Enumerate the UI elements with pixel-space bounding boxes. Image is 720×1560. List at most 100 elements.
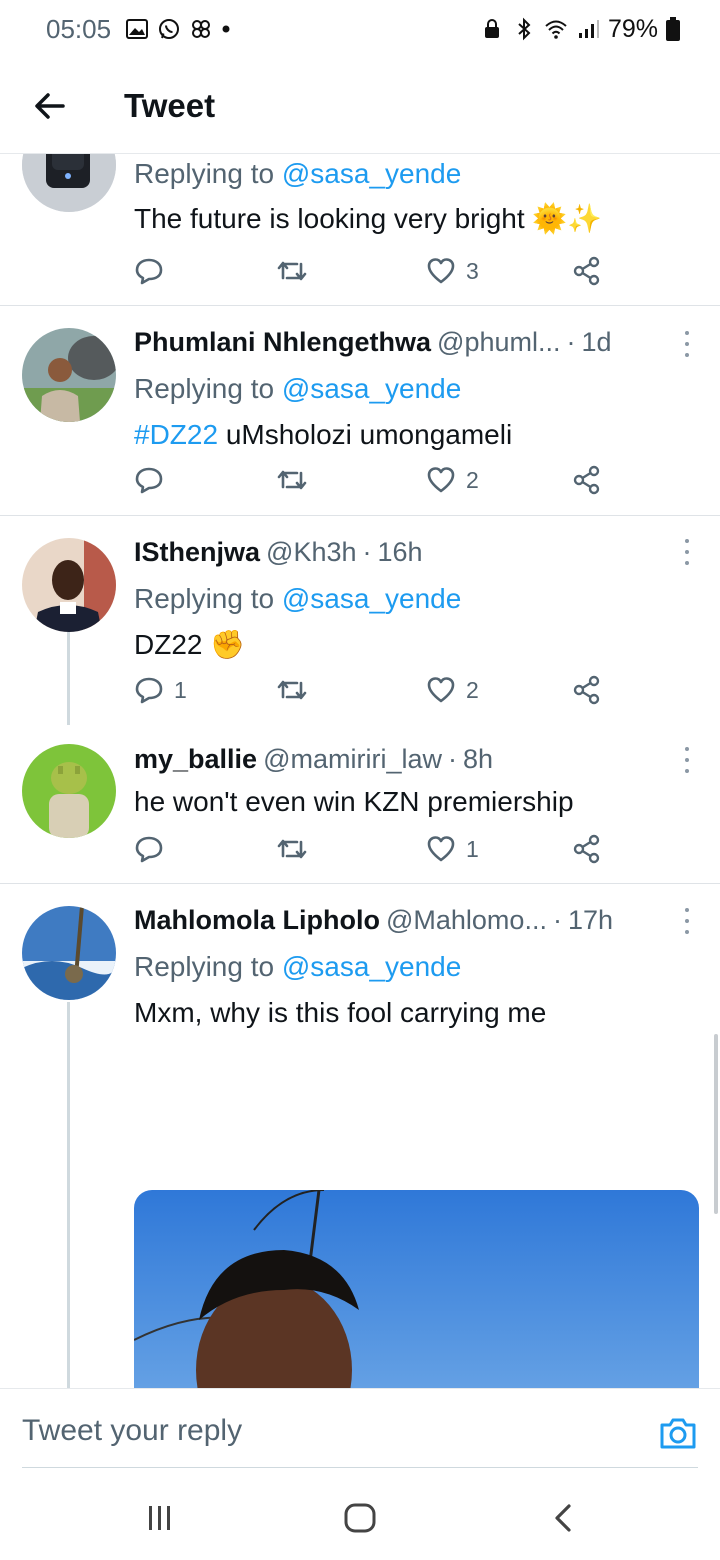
notification-icons	[125, 17, 231, 41]
reply-underline	[22, 1467, 698, 1468]
heart-icon	[427, 836, 455, 862]
tweet-item[interactable]: my_ballie @mamiriri_law · 8h he won't ev…	[0, 725, 720, 884]
nav-back-button[interactable]	[546, 1500, 582, 1536]
retweet-button[interactable]	[276, 670, 308, 710]
tweet-photo[interactable]	[134, 1190, 699, 1388]
reply-input[interactable]: Tweet your reply	[22, 1409, 622, 1453]
thread-line	[67, 632, 70, 725]
camera-icon	[660, 1418, 696, 1449]
signal-icon	[578, 20, 599, 38]
battery-icon	[666, 17, 680, 41]
share-icon	[573, 465, 600, 495]
tweet-header: ISthenjwa @Kh3h · 16h	[134, 534, 694, 570]
comment-icon	[135, 467, 163, 494]
lock-icon	[484, 19, 499, 38]
like-count: 3	[466, 257, 479, 284]
page-title: Tweet	[124, 86, 216, 124]
share-button[interactable]	[572, 829, 602, 869]
battery-percent: 79%	[607, 14, 658, 43]
whatsapp-icon	[159, 19, 180, 39]
avatar-image	[22, 906, 116, 1000]
tweet-text: #DZ22 uMsholozi umongameli	[134, 419, 513, 450]
user-handle[interactable]: @mamiriri_law	[263, 741, 442, 777]
user-handle[interactable]: @phuml...	[437, 324, 560, 360]
retweet-icon	[277, 261, 307, 281]
like-button[interactable]: 2	[426, 460, 479, 500]
system-icons: 79%	[480, 15, 680, 44]
tweet-text: The future is looking very bright 🌞✨	[134, 203, 603, 234]
more-options-button[interactable]	[682, 539, 692, 565]
pinwheel-icon	[192, 20, 211, 38]
avatar[interactable]	[22, 154, 116, 212]
avatar[interactable]	[22, 538, 116, 632]
tweet-header: Mahlomola Lipholo @Mahlomo... · 17h	[134, 902, 694, 938]
avatar-image	[22, 154, 116, 212]
tweet-feed[interactable]: Replying to @sasa_yende The future is lo…	[0, 154, 720, 1388]
retweet-icon	[277, 470, 307, 490]
avatar[interactable]	[22, 328, 116, 422]
display-name[interactable]: my_ballie	[134, 741, 257, 777]
user-handle[interactable]: @Mahlomo...	[386, 902, 547, 938]
retweet-icon	[277, 680, 307, 700]
tweet-actions: 2	[134, 460, 614, 500]
scrollbar[interactable]	[714, 1034, 718, 1214]
avatar[interactable]	[22, 906, 116, 1000]
mention-link[interactable]: @sasa_yende	[282, 158, 461, 189]
tweet-text: DZ22 ✊	[134, 629, 246, 660]
tweet-item[interactable]: ISthenjwa @Kh3h · 16h Replying to @sasa_…	[0, 516, 720, 725]
retweet-button[interactable]	[276, 460, 308, 500]
heart-icon	[427, 677, 455, 703]
like-count: 2	[466, 466, 479, 493]
heart-icon	[427, 258, 455, 284]
photo-image	[134, 1190, 699, 1388]
share-button[interactable]	[572, 670, 602, 710]
like-button[interactable]: 3	[426, 251, 479, 291]
retweet-button[interactable]	[276, 251, 308, 291]
replying-to: Replying to @sasa_yende	[134, 373, 462, 404]
tweet-actions: 1	[134, 829, 614, 869]
reply-button[interactable]	[134, 251, 174, 291]
status-bar: 05:05 79%	[0, 0, 720, 58]
like-count: 1	[466, 835, 479, 862]
recent-apps-button[interactable]	[142, 1500, 178, 1536]
more-options-button[interactable]	[682, 747, 692, 773]
more-options-button[interactable]	[682, 908, 692, 934]
recent-apps-icon	[149, 1506, 170, 1530]
tweet-actions: 1 2	[134, 670, 614, 710]
display-name[interactable]: ISthenjwa	[134, 534, 260, 570]
replying-to: Replying to @sasa_yende	[134, 158, 462, 189]
reply-button[interactable]: 1	[134, 670, 187, 710]
display-name[interactable]: Phumlani Nhlengethwa	[134, 324, 431, 360]
like-button[interactable]: 1	[426, 829, 479, 869]
display-name[interactable]: Mahlomola Lipholo	[134, 902, 380, 938]
tweet-item[interactable]: Phumlani Nhlengethwa @phuml... · 1d Repl…	[0, 306, 720, 516]
bluetooth-icon	[518, 17, 531, 41]
tweet-actions: 3	[134, 251, 614, 291]
tweet-item[interactable]: Replying to @sasa_yende The future is lo…	[0, 154, 720, 306]
mention-link[interactable]: @sasa_yende	[282, 373, 461, 404]
hashtag-link[interactable]: #DZ22	[134, 419, 218, 450]
camera-button[interactable]	[658, 1413, 698, 1453]
more-options-button[interactable]	[682, 331, 692, 357]
replying-to: Replying to @sasa_yende	[134, 583, 462, 614]
comment-icon	[135, 677, 163, 704]
avatar[interactable]	[22, 744, 116, 838]
like-button[interactable]: 2	[426, 670, 479, 710]
retweet-icon	[277, 839, 307, 859]
share-icon	[573, 675, 600, 705]
reply-button[interactable]	[134, 460, 174, 500]
tweet-item[interactable]: Mahlomola Lipholo @Mahlomo... · 17h Repl…	[0, 884, 720, 1388]
share-button[interactable]	[572, 251, 602, 291]
replying-to: Replying to @sasa_yende	[134, 951, 462, 982]
mention-link[interactable]: @sasa_yende	[282, 951, 461, 982]
mention-link[interactable]: @sasa_yende	[282, 583, 461, 614]
share-button[interactable]	[572, 460, 602, 500]
retweet-button[interactable]	[276, 829, 308, 869]
tweet-text: he won't even win KZN premiership	[134, 786, 574, 817]
like-count: 2	[466, 676, 479, 703]
reply-button[interactable]	[134, 829, 174, 869]
tweet-time: 16h	[377, 537, 423, 567]
home-button[interactable]	[342, 1500, 378, 1536]
user-handle[interactable]: @Kh3h	[266, 534, 356, 570]
back-button[interactable]	[22, 78, 78, 134]
